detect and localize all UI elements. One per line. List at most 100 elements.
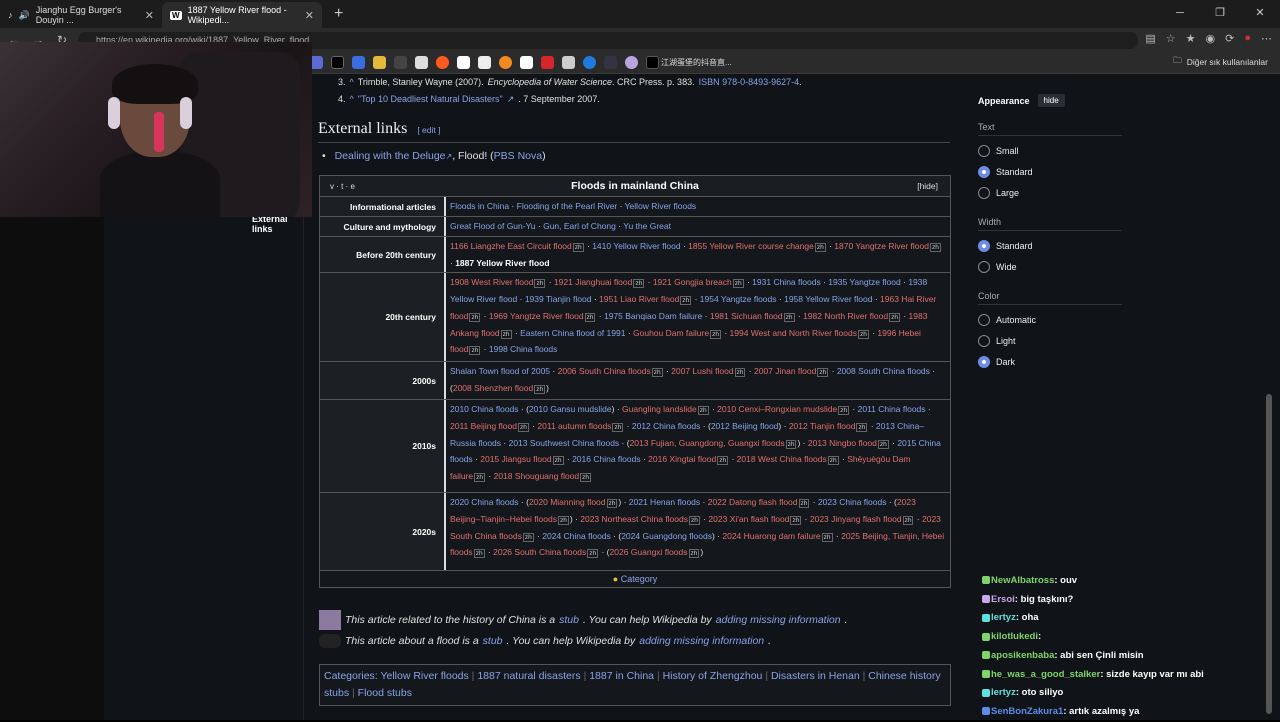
width-option[interactable]: Wide — [978, 261, 1017, 273]
zh-interlanguage-link[interactable]: zh — [902, 516, 914, 526]
ref-link[interactable]: "Top 10 Deadliest Natural Disasters" — [358, 91, 503, 108]
navbox-link[interactable]: 2013 Ningbo flood — [808, 438, 877, 448]
navbox-link[interactable]: 1981 Sichuan flood — [710, 311, 783, 321]
navbox-link[interactable]: Yu the Great — [623, 221, 671, 231]
bookmark-icon[interactable] — [520, 56, 533, 69]
zh-interlanguage-link[interactable]: zh — [877, 439, 889, 449]
navbox-link[interactable]: Guangling landslide — [622, 404, 697, 414]
zh-interlanguage-link[interactable]: zh — [857, 329, 869, 339]
maximize-button[interactable]: ❐ — [1200, 0, 1240, 26]
navbox-link[interactable]: Gun, Earl of Chong — [543, 221, 616, 231]
category-link[interactable]: ● Category — [320, 570, 950, 587]
navbox-link[interactable]: 1935 Yangtze flood — [828, 277, 900, 287]
radio-button[interactable] — [978, 240, 990, 252]
navbox-hide-button[interactable]: [hide] — [917, 181, 938, 191]
navbox-link[interactable]: 2023 Jinyang flash flood — [810, 514, 902, 524]
navbox-link[interactable]: 2022 Datong flash flood — [708, 497, 798, 507]
other-favorites[interactable]: 🗀 Diğer sık kullanılanlar — [1173, 55, 1268, 69]
zh-interlanguage-link[interactable]: zh — [821, 532, 833, 542]
navbox-link[interactable]: 2010 Cenxi–Rongxian mudslide — [717, 404, 837, 414]
refresh-icon[interactable]: ⟳ — [1225, 32, 1234, 45]
zh-interlanguage-link[interactable]: zh — [557, 516, 569, 526]
adding-missing-information-link[interactable]: adding missing information — [716, 614, 841, 626]
navbox-link[interactable]: 2023 China floods — [818, 497, 887, 507]
isbn-link[interactable]: ISBN 978-0-8493-9627-4 — [699, 74, 800, 91]
zh-interlanguage-link[interactable]: zh — [651, 367, 663, 377]
zh-interlanguage-link[interactable]: zh — [534, 279, 546, 289]
zh-interlanguage-link[interactable]: zh — [929, 243, 941, 252]
zh-interlanguage-link[interactable]: zh — [612, 423, 624, 433]
navbox-link[interactable]: 1870 Yangtze River flood — [834, 241, 929, 251]
navbox-link[interactable]: 1958 Yellow River flood — [784, 294, 872, 304]
navbox-link[interactable]: Yellow River floods — [625, 201, 697, 211]
radio-button[interactable] — [978, 314, 990, 326]
navbox-link[interactable]: 2020 China floods — [450, 497, 519, 507]
zh-interlanguage-link[interactable]: zh — [889, 312, 900, 322]
navbox-link[interactable]: 2016 Xingtai flood — [648, 454, 716, 464]
ref-caret[interactable]: ^ — [350, 91, 354, 108]
zh-interlanguage-link[interactable]: zh — [680, 296, 692, 306]
navbox-link[interactable]: 2008 South China floods — [837, 366, 930, 376]
navbox-link[interactable]: 1908 West River flood — [450, 277, 533, 287]
chat-username[interactable]: he_was_a_good_stalker — [991, 669, 1100, 680]
chat-username[interactable]: Ersoi — [991, 594, 1015, 605]
navbox-link[interactable]: 2018 West China floods — [737, 454, 827, 464]
zh-interlanguage-link[interactable]: zh — [469, 346, 481, 356]
zh-interlanguage-link[interactable]: zh — [522, 532, 534, 542]
zh-interlanguage-link[interactable]: zh — [688, 516, 700, 526]
navbox-link[interactable]: Flooding of the Pearl River — [517, 201, 618, 211]
navbox-link[interactable]: 2012 China floods — [632, 421, 701, 431]
bookmark-icon[interactable] — [373, 56, 386, 69]
bookmark-icon[interactable] — [478, 56, 491, 69]
zh-interlanguage-link[interactable]: zh — [474, 473, 486, 483]
navbox-link[interactable]: 1975 Banqiao Dam failure — [604, 311, 702, 321]
navbox-link[interactable]: 2012 Beijing flood — [711, 421, 779, 431]
category-link[interactable]: Yellow River floods — [380, 670, 468, 682]
extension-icon[interactable]: ◉ — [1206, 32, 1216, 45]
color-option[interactable]: Dark — [978, 356, 1015, 368]
navbox-link[interactable]: 2026 Guangxi floods — [610, 547, 688, 557]
width-option[interactable]: Standard — [978, 240, 1033, 252]
appearance-hide-button[interactable]: hide — [1037, 94, 1065, 107]
navbox-link[interactable]: 2021 Henan floods — [629, 497, 700, 507]
chat-username[interactable]: SenBonZakura1 — [991, 706, 1063, 717]
bookmark-icon[interactable] — [604, 56, 617, 69]
reader-icon[interactable]: ▤ — [1145, 32, 1155, 45]
navbox-link[interactable]: 2012 Tianjin flood — [789, 421, 856, 431]
stub-link[interactable]: stub — [559, 614, 579, 626]
navbox-link[interactable]: 1998 China floods — [489, 344, 558, 354]
text-size-option[interactable]: Small — [978, 145, 1019, 157]
navbox-link[interactable]: 1410 Yellow River flood — [592, 241, 680, 251]
zh-interlanguage-link[interactable]: zh — [710, 329, 721, 339]
tab-douyin[interactable]: ♪ 🔊 Jianghu Egg Burger's Douyin ... ✕ — [0, 2, 162, 28]
navbox-link[interactable]: 2026 South China floods — [493, 547, 586, 557]
navbox-link[interactable]: 1939 Tianjin flood — [525, 294, 592, 304]
x-icon[interactable] — [331, 56, 344, 69]
zh-interlanguage-link[interactable]: zh — [785, 439, 797, 449]
zh-interlanguage-link[interactable]: zh — [534, 384, 546, 394]
zh-interlanguage-link[interactable]: zh — [572, 243, 584, 252]
zh-interlanguage-link[interactable]: zh — [717, 456, 729, 466]
stub-link[interactable]: stub — [483, 635, 503, 647]
tab-wikipedia[interactable]: W 1887 Yellow River flood - Wikipedi... … — [162, 2, 322, 28]
navbox-link[interactable]: 1994 West and North River floods — [730, 328, 857, 338]
color-option[interactable]: Light — [978, 335, 1016, 347]
navbox-link[interactable]: 2008 Shenzhen flood — [453, 383, 533, 393]
bookmark-icon[interactable] — [499, 56, 512, 69]
zh-interlanguage-link[interactable]: zh — [688, 549, 700, 559]
zh-interlanguage-link[interactable]: zh — [469, 312, 481, 322]
navbox-link[interactable]: 1855 Yellow River course change — [688, 241, 814, 251]
zh-interlanguage-link[interactable]: zh — [817, 367, 829, 377]
navbox-link[interactable]: 2010 China floods — [450, 404, 519, 414]
navbox-link[interactable]: 2011 autumn floods — [537, 421, 611, 431]
chat-username[interactable]: lertyz — [991, 687, 1016, 698]
category-link[interactable]: Flood stubs — [358, 687, 412, 699]
navbox-link[interactable]: 2007 Jinan flood — [754, 366, 816, 376]
bookmark-icon[interactable] — [352, 56, 365, 69]
navbox-link[interactable]: 2024 Guangdong floods — [621, 531, 712, 541]
navbox-link[interactable]: 2016 China floods — [572, 454, 641, 464]
zh-interlanguage-link[interactable]: zh — [798, 499, 810, 509]
zh-interlanguage-link[interactable]: zh — [473, 549, 485, 559]
zh-interlanguage-link[interactable]: zh — [838, 406, 850, 416]
category-link[interactable]: 1887 natural disasters — [477, 670, 580, 682]
